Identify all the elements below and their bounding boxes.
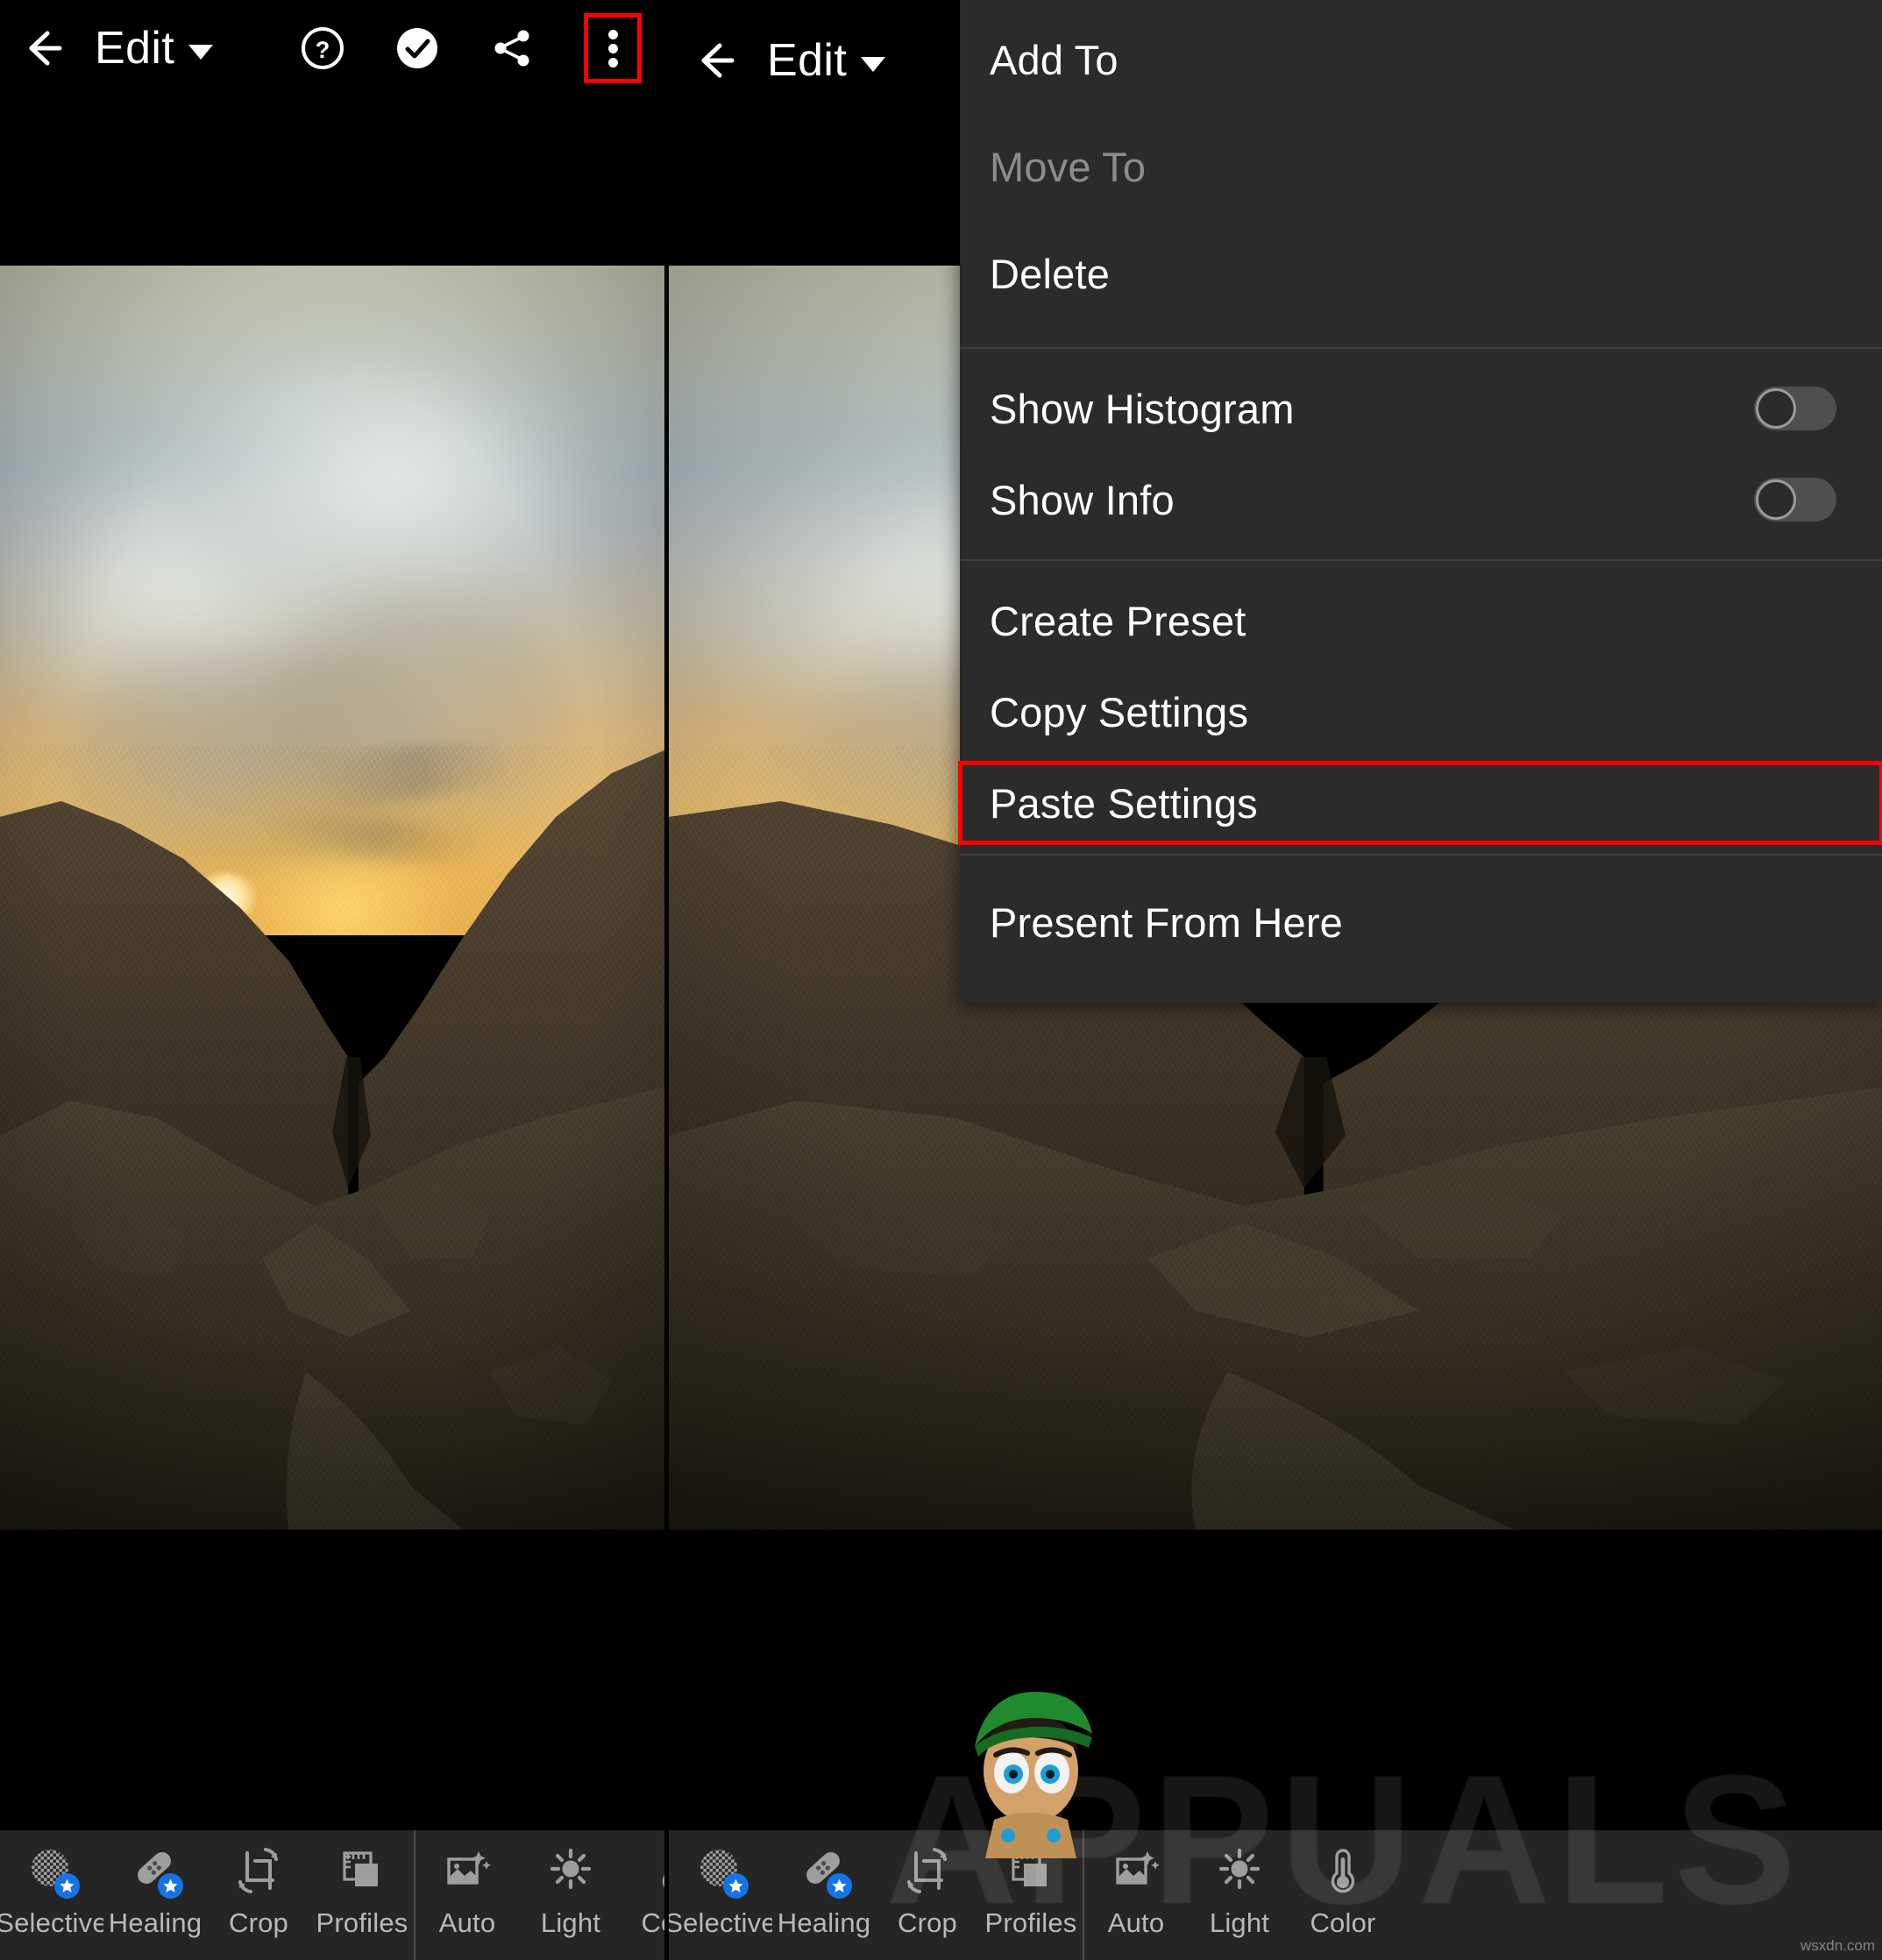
chevron-down-icon[interactable] [188, 44, 214, 60]
menu-item-create-preset[interactable]: Create Preset [960, 580, 1882, 661]
overflow-dot [607, 43, 618, 53]
tool-selective[interactable]: Selective [0, 1830, 103, 1960]
menu-item-label: Create Preset [990, 597, 1246, 644]
auto-icon [1110, 1844, 1162, 1897]
tool-profiles[interactable]: Profiles [310, 1830, 414, 1960]
toggle-knob [1756, 388, 1796, 429]
menu-item-label: Present From Here [990, 898, 1344, 946]
page-title: Edit [767, 35, 848, 86]
tool-label: Color [1310, 1907, 1376, 1938]
tool-label: Selective [0, 1907, 103, 1938]
help-icon[interactable]: ? [300, 25, 345, 71]
tool-label: Light [1209, 1907, 1270, 1938]
selective-icon [25, 1844, 80, 1899]
tool-group-left: Selective Healing Crop Profiles [0, 1830, 414, 1960]
tool-label: Crop [898, 1907, 957, 1938]
tool-selective[interactable]: Selective [669, 1830, 772, 1960]
crop-icon [901, 1844, 954, 1897]
page-title: Edit [95, 23, 175, 74]
show-info-toggle[interactable] [1754, 478, 1836, 522]
menu-item-label: Copy Settings [990, 688, 1249, 735]
back-arrow-icon[interactable] [16, 21, 70, 75]
menu-item-add-to[interactable]: Add To [960, 19, 1882, 100]
tool-color[interactable]: Color [1291, 1830, 1395, 1960]
edit-toolbar-left: Selective Healing Crop Profiles Auto Lig… [0, 1830, 664, 1960]
photo-mountains [0, 645, 664, 1530]
color-icon [648, 1844, 664, 1897]
tool-group-right: Auto [1084, 1830, 1395, 1960]
edit-toolbar-right: Selective Healing Crop Profiles Auto Lig… [669, 1830, 1882, 1960]
tool-label: Auto [438, 1907, 496, 1938]
profiles-icon [1005, 1844, 1057, 1897]
menu-item-delete[interactable]: Delete [960, 233, 1882, 314]
menu-item-label: Show Histogram [990, 385, 1295, 432]
menu-item-label: Show Info [990, 476, 1175, 523]
color-icon [1317, 1844, 1369, 1897]
photo-preview-left[interactable] [0, 266, 664, 1530]
menu-group-present: Present From Here [960, 856, 1882, 1003]
app-bar-left: Edit ? [0, 0, 664, 266]
tool-label: Selective [669, 1907, 772, 1938]
menu-item-present-from-here[interactable]: Present From Here [960, 882, 1882, 962]
light-icon [1213, 1844, 1266, 1897]
tool-label: Light [540, 1907, 601, 1938]
menu-item-move-to: Move To [960, 126, 1882, 207]
check-circle-icon[interactable] [394, 25, 440, 71]
tool-light[interactable]: Light [1188, 1830, 1291, 1960]
back-arrow-icon[interactable] [688, 33, 742, 88]
tool-auto[interactable]: Auto [415, 1830, 519, 1960]
overflow-menu-icon[interactable] [584, 13, 642, 83]
menu-item-show-info[interactable]: Show Info [960, 459, 1882, 540]
tool-crop[interactable]: Crop [876, 1830, 979, 1960]
tool-label: Auto [1107, 1907, 1165, 1938]
share-icon[interactable] [489, 25, 535, 71]
menu-item-paste-settings[interactable]: Paste Settings [958, 761, 1882, 845]
chevron-down-icon[interactable] [861, 56, 886, 72]
premium-star-badge [827, 1873, 852, 1899]
tool-color[interactable]: Color [622, 1830, 664, 1960]
tool-label: Healing [108, 1907, 202, 1938]
premium-star-badge [158, 1873, 183, 1899]
overflow-dot [607, 57, 618, 67]
premium-star-badge [723, 1873, 749, 1899]
healing-icon [129, 1844, 183, 1899]
menu-item-label: Delete [990, 250, 1111, 297]
tool-label: Profiles [316, 1907, 408, 1938]
overflow-menu-panel: Add To Move To Delete Show Histogram Sho… [958, 0, 1882, 1003]
tool-group-right: Auto [415, 1830, 664, 1960]
healing-icon [798, 1844, 852, 1899]
premium-star-badge [54, 1873, 80, 1899]
menu-group-view: Show Histogram Show Info [960, 349, 1882, 559]
menu-item-show-histogram[interactable]: Show Histogram [960, 368, 1882, 449]
menu-item-label: Paste Settings [990, 779, 1258, 827]
menu-item-label: Add To [990, 36, 1119, 83]
tool-profiles[interactable]: Profiles [979, 1830, 1083, 1960]
app-bar-actions: ? [300, 13, 664, 83]
tool-crop[interactable]: Crop [207, 1830, 310, 1960]
crop-icon [232, 1844, 285, 1897]
auto-icon [441, 1844, 494, 1897]
tool-label: Color [641, 1907, 664, 1938]
menu-item-label: Move To [990, 143, 1147, 190]
overflow-dot [607, 29, 618, 39]
menu-item-copy-settings[interactable]: Copy Settings [960, 671, 1882, 752]
tool-healing[interactable]: Healing [103, 1830, 207, 1960]
tool-label: Healing [777, 1907, 871, 1938]
menu-group-settings: Create Preset Copy Settings Paste Settin… [958, 561, 1882, 854]
tool-light[interactable]: Light [519, 1830, 622, 1960]
screen-left: Edit ? Selective Healing Crop Profiles A… [0, 0, 664, 1960]
tool-healing[interactable]: Healing [772, 1830, 876, 1960]
menu-group-file: Add To Move To Delete [960, 0, 1882, 347]
light-icon [544, 1844, 597, 1897]
toggle-knob [1756, 479, 1796, 520]
tool-label: Crop [229, 1907, 288, 1938]
show-histogram-toggle[interactable] [1754, 387, 1836, 430]
tool-group-left: Selective Healing Crop Profiles [669, 1830, 1083, 1960]
tool-auto[interactable]: Auto [1084, 1830, 1188, 1960]
tool-label: Profiles [984, 1907, 1077, 1938]
svg-text:?: ? [316, 37, 330, 63]
profiles-icon [336, 1844, 388, 1897]
selective-icon [694, 1844, 749, 1899]
